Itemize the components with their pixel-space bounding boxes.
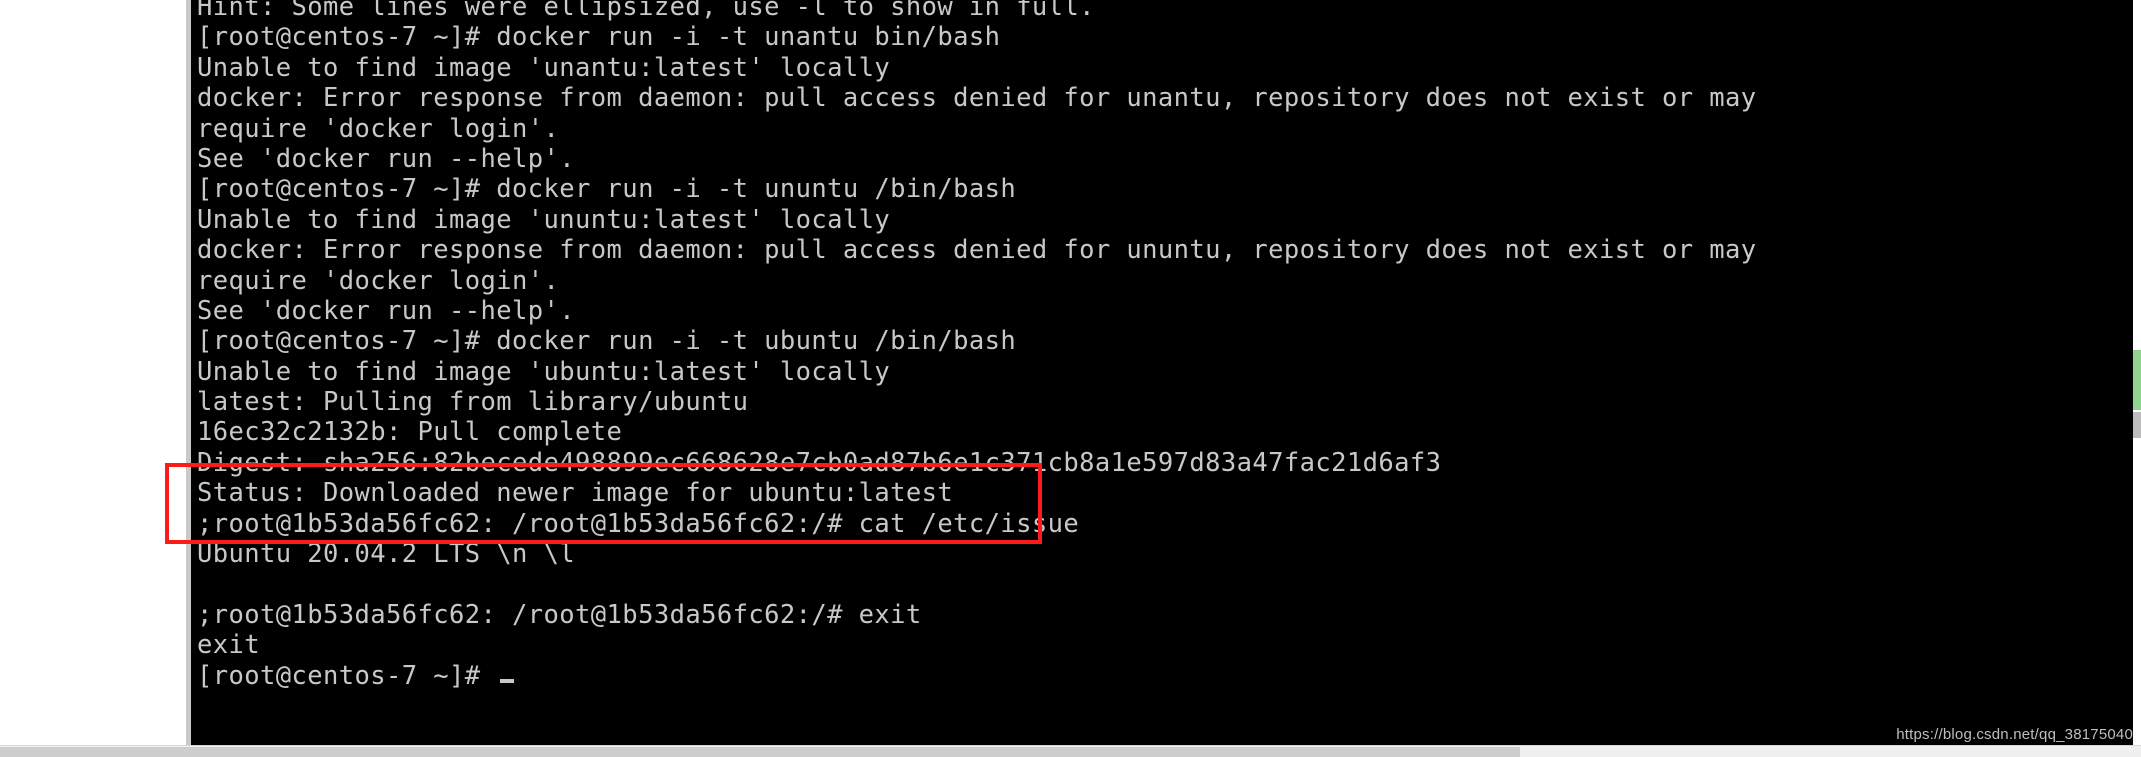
- terminal-line: Status: Downloaded newer image for ubunt…: [197, 478, 954, 509]
- terminal-line: Unable to find image 'ununtu:latest' loc…: [197, 204, 891, 235]
- screenshot-root: Hint: Some lines were ellipsized, use -l…: [0, 0, 2141, 757]
- terminal-line-exit-command: ;root@1b53da56fc62: /root@1b53da56fc62:/…: [197, 599, 922, 630]
- vertical-scrollbar-thumb-secondary[interactable]: [2133, 412, 2141, 438]
- terminal-line: 16ec32c2132b: Pull complete: [197, 417, 623, 448]
- terminal-line: require 'docker login'.: [197, 113, 560, 144]
- terminal-line-digest: Digest: sha256:82becede498899ec668628e7c…: [197, 447, 1442, 478]
- terminal-line: require 'docker login'.: [197, 265, 560, 296]
- horizontal-scrollbar-track[interactable]: [0, 745, 2141, 757]
- prompt-text: [root@centos-7 ~]#: [197, 660, 497, 691]
- watermark-text: https://blog.csdn.net/qq_38175040: [1896, 726, 2133, 743]
- terminal-line: Ubuntu 20.04.2 LTS \n \l: [197, 539, 576, 570]
- terminal-line: [root@centos-7 ~]# docker run -i -t ubun…: [197, 326, 1017, 357]
- terminal-output: Hint: Some lines were ellipsized, use -l…: [197, 0, 2141, 691]
- terminal-window[interactable]: Hint: Some lines were ellipsized, use -l…: [191, 0, 2141, 745]
- terminal-line: docker: Error response from daemon: pull…: [197, 235, 1757, 266]
- terminal-line: latest: Pulling from library/ubuntu: [197, 387, 749, 418]
- terminal-line: See 'docker run --help'.: [197, 143, 576, 174]
- terminal-line: [root@centos-7 ~]# docker run -i -t unun…: [197, 174, 1017, 205]
- terminal-line: Unable to find image 'ubuntu:latest' loc…: [197, 356, 891, 387]
- terminal-line: Hint: Some lines were ellipsized, use -l…: [197, 0, 1095, 22]
- terminal-line: See 'docker run --help'.: [197, 295, 576, 326]
- terminal-line: ;root@1b53da56fc62: /root@1b53da56fc62:/…: [197, 508, 1080, 539]
- terminal-line-exit-echo: exit: [197, 630, 261, 661]
- cursor-block: [500, 678, 515, 683]
- terminal-line-final-prompt: [root@centos-7 ~]#: [197, 661, 2141, 691]
- vertical-scrollbar-thumb[interactable]: [2133, 350, 2141, 410]
- terminal-line: docker: Error response from daemon: pull…: [197, 83, 1757, 114]
- horizontal-scrollbar-thumb[interactable]: [0, 747, 1520, 757]
- terminal-line: Unable to find image 'unantu:latest' loc…: [197, 52, 891, 83]
- left-page-gutter: [0, 0, 186, 757]
- terminal-line: [root@centos-7 ~]# docker run -i -t unan…: [197, 22, 1001, 53]
